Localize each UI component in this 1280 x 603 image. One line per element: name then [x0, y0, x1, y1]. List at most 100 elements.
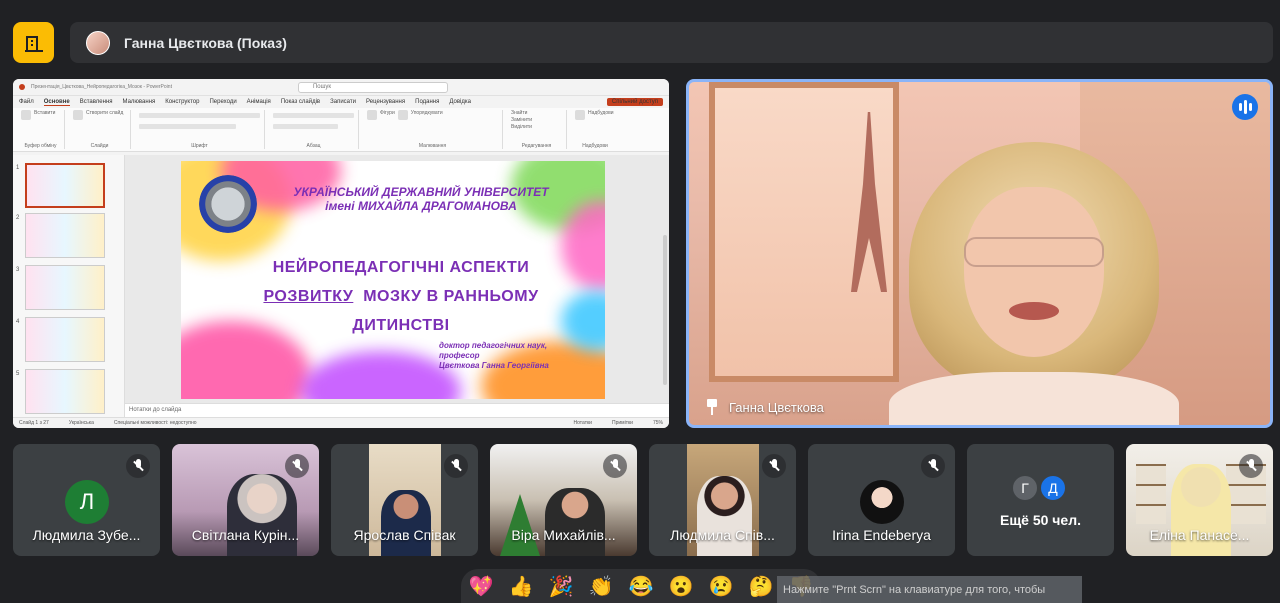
background-shelf: [1136, 464, 1166, 524]
notes-pane[interactable]: Нотатки до слайда: [125, 403, 669, 417]
tab-home[interactable]: Основне: [43, 99, 70, 106]
replace-button[interactable]: Замінити: [511, 117, 532, 123]
list-buttons[interactable]: [273, 113, 354, 118]
tab-view[interactable]: Подання: [415, 99, 439, 105]
language-status: Українська: [68, 420, 94, 426]
slide-thumbnail[interactable]: [25, 317, 105, 362]
tab-draw[interactable]: Малювання: [123, 99, 156, 105]
addins-icon[interactable]: [575, 110, 585, 120]
participant-tile[interactable]: Irina Endeberya: [808, 444, 955, 556]
tab-file[interactable]: Файл: [19, 99, 34, 105]
ribbon-group-slides: Створити слайд Слайди: [69, 110, 131, 149]
thumb-number: 4: [16, 319, 20, 325]
new-slide-icon[interactable]: [73, 110, 83, 120]
font-name-select[interactable]: [139, 113, 260, 118]
new-slide-label: Створити слайд: [86, 110, 124, 116]
slide-canvas[interactable]: УКРАЇНСЬКИЙ ДЕРЖАВНИЙ УНІВЕРСИТЕТ імені …: [181, 161, 605, 399]
thinking-reaction-icon[interactable]: 🤔: [749, 574, 774, 599]
participant-tile[interactable]: Людмила Спів...: [649, 444, 796, 556]
group-label-font: Шрифт: [191, 143, 208, 149]
shapes-icon[interactable]: [367, 110, 377, 120]
tab-record[interactable]: Записати: [330, 99, 356, 105]
top-bar: Ганна Цвєткова (Показ): [0, 0, 1280, 70]
mic-off-icon: [1239, 454, 1263, 478]
participant-figure: [545, 488, 605, 556]
slide-title-line1: НЕЙРОПЕДАГОГІЧНІ АСПЕКТИ: [272, 259, 530, 276]
group-label-paragraph: Абзац: [306, 143, 321, 149]
font-format-buttons[interactable]: [139, 124, 236, 129]
speaker-glasses: [964, 237, 1104, 267]
thumbs-up-reaction-icon[interactable]: 👍: [509, 574, 534, 599]
presenter-label: Ганна Цвєткова (Показ): [124, 34, 287, 51]
slide-author-line3: Цвєткова Ганна Георгіївна: [439, 361, 549, 370]
clap-reaction-icon[interactable]: 👏: [589, 574, 614, 599]
heart-reaction-icon[interactable]: 💖: [469, 574, 494, 599]
app-logo-icon[interactable]: [13, 22, 54, 63]
presentation-indicator[interactable]: Ганна Цвєткова (Показ): [70, 22, 1273, 63]
tab-transitions[interactable]: Переходи: [209, 99, 236, 105]
slide-thumbnail[interactable]: [25, 369, 105, 414]
share-button[interactable]: Спільний доступ: [606, 98, 663, 106]
more-participants-tile[interactable]: Г Д Ещё 50 чел.: [967, 444, 1114, 556]
main-speaker-video[interactable]: Ганна Цвєткова: [686, 79, 1273, 428]
tab-review[interactable]: Рецензування: [366, 99, 405, 105]
ribbon-group-addins: Надбудови Надбудови: [571, 110, 619, 149]
participant-name: Віра Михайлів...: [511, 527, 616, 543]
ribbon-group-font: Шрифт: [135, 110, 265, 149]
thumb-number: 2: [16, 215, 20, 221]
slide-author: доктор педагогічних наук, професор Цвєтк…: [439, 341, 599, 371]
slide-title-line2: МОЗКУ В РАННЬОМУ: [363, 288, 539, 305]
ppt-search-input[interactable]: Пошук: [297, 81, 448, 93]
thumb-number: 5: [16, 371, 20, 377]
slide-thumbnail[interactable]: [25, 265, 105, 310]
select-button[interactable]: Виділити: [511, 124, 532, 130]
tab-design[interactable]: Конструктор: [165, 99, 199, 105]
main-speaker-label: Ганна Цвєткова: [705, 399, 824, 415]
find-button[interactable]: Знайти: [511, 110, 527, 116]
mic-off-icon: [285, 454, 309, 478]
thumb-number: 3: [16, 267, 20, 273]
participant-tile[interactable]: Віра Михайлів...: [490, 444, 637, 556]
arrange-icon[interactable]: [397, 110, 408, 120]
participant-name: Ярослав Співак: [353, 527, 456, 543]
party-reaction-icon[interactable]: 🎉: [549, 574, 574, 599]
ribbon-group-clipboard: Вставити Буфер обміну: [17, 110, 65, 149]
slide-thumbnail[interactable]: [25, 163, 105, 208]
surprised-reaction-icon[interactable]: 😮: [669, 574, 694, 599]
tab-help[interactable]: Довідка: [449, 99, 471, 105]
pin-icon[interactable]: [705, 399, 719, 415]
laugh-reaction-icon[interactable]: 😂: [629, 574, 654, 599]
sad-reaction-icon[interactable]: 😢: [709, 574, 734, 599]
participant-tile[interactable]: Л Людмила Зубе...: [13, 444, 160, 556]
mic-off-icon: [126, 454, 150, 478]
mic-off-icon: [603, 454, 627, 478]
tab-slideshow[interactable]: Показ слайдів: [281, 99, 320, 105]
participant-tile[interactable]: Ярослав Співак: [331, 444, 478, 556]
slide-thumbnail[interactable]: [25, 213, 105, 258]
paste-icon[interactable]: [21, 110, 31, 120]
paint-splash: [301, 351, 461, 399]
accessibility-status[interactable]: Спеціальні можливості: недоступно: [114, 420, 197, 426]
more-avatar: Д: [1039, 474, 1067, 502]
shared-screen[interactable]: Презентація_Цвєткова_Нейропедагогіка_Моз…: [13, 79, 669, 428]
comments-button[interactable]: Примітки: [612, 420, 633, 426]
notes-toggle-button[interactable]: Нотатки: [574, 420, 592, 426]
tab-animations[interactable]: Анімація: [247, 99, 271, 105]
slide-title-line3: ДИТИНСТВІ: [352, 317, 450, 334]
slide-title-line2-underlined: РОЗВИТКУ: [263, 288, 354, 305]
vertical-scrollbar[interactable]: [663, 235, 667, 385]
mic-off-icon: [921, 454, 945, 478]
participant-figure: [697, 476, 752, 556]
shapes-label: Фігури: [380, 110, 395, 116]
ribbon-group-drawing: Фігури Упорядкувати Малювання: [363, 110, 503, 149]
mic-off-icon: [762, 454, 786, 478]
align-buttons[interactable]: [273, 124, 338, 129]
ppt-ribbon: Вставити Буфер обміну Створити слайд Сла…: [13, 108, 669, 152]
group-label-editing: Редагування: [521, 143, 552, 149]
zoom-level[interactable]: 75%: [653, 420, 663, 426]
participant-tile[interactable]: Еліна Панасе...: [1126, 444, 1273, 556]
participant-tile[interactable]: Світлана Курін...: [172, 444, 319, 556]
tab-insert[interactable]: Вставлення: [80, 99, 113, 105]
speaking-indicator-icon: [1232, 94, 1258, 120]
paste-label: Вставити: [34, 110, 56, 116]
